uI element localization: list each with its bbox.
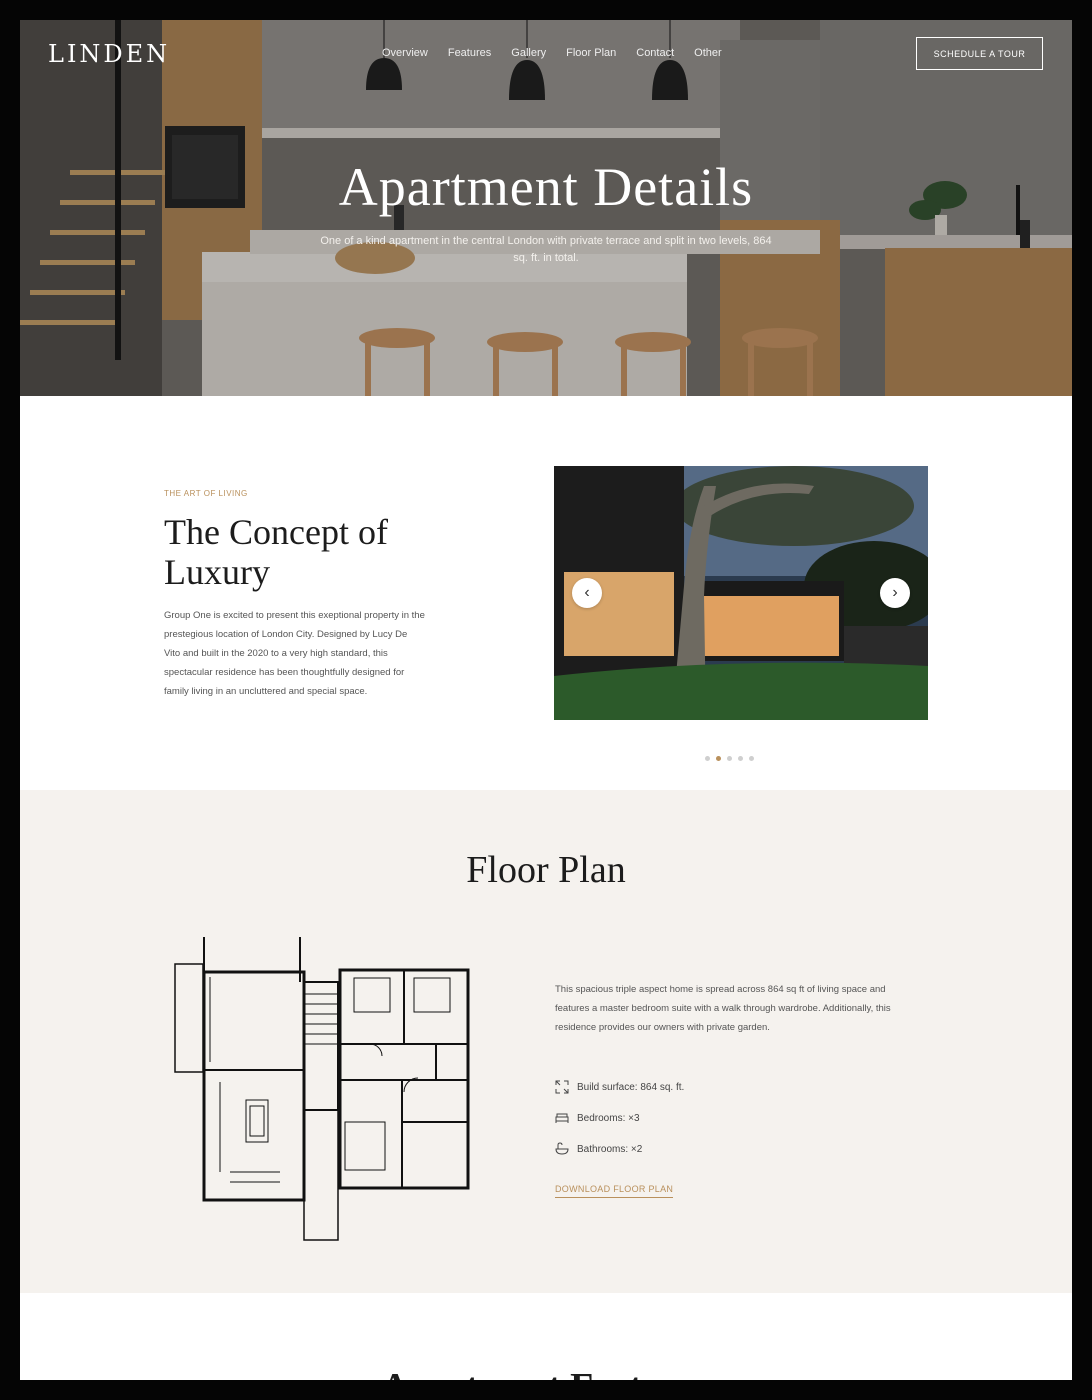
bath-icon [555, 1142, 569, 1155]
floor-plan-title: Floor Plan [466, 849, 626, 891]
page-frame: LINDEN Overview Features Gallery Floor P… [20, 20, 1072, 1380]
nav-other[interactable]: Other [694, 47, 722, 59]
concept-body: Group One is excited to present this exe… [164, 610, 425, 697]
slider-next-button[interactable]: › [880, 578, 910, 608]
expand-icon [555, 1080, 569, 1094]
spec-build-surface: Build surface: 864 sq. ft. [555, 1080, 684, 1094]
concept-eyebrow: THE ART OF LIVING [164, 489, 248, 498]
slider-dot[interactable] [705, 756, 710, 761]
spec-bathrooms: Bathrooms: ×2 [555, 1142, 642, 1156]
nav-gallery[interactable]: Gallery [511, 47, 546, 59]
spec-bathrooms-label: Bathrooms: ×2 [577, 1143, 643, 1155]
nav-contact[interactable]: Contact [636, 47, 674, 59]
floor-plan-section: Floor Plan This spacious triple aspect h… [20, 790, 1072, 1293]
floor-plan-drawing [174, 937, 470, 1241]
house-exterior-image [554, 466, 928, 720]
site-logo[interactable]: LINDEN [48, 40, 170, 68]
slider-dot[interactable] [738, 756, 743, 761]
slider-prev-button[interactable]: ‹ [572, 578, 602, 608]
slider-dot[interactable] [727, 756, 732, 761]
image-slider[interactable]: ‹ › [554, 466, 928, 720]
schedule-tour-button[interactable]: SCHEDULE A TOUR [916, 37, 1043, 70]
nav-floor-plan[interactable]: Floor Plan [566, 47, 616, 59]
concept-title: The Concept of Luxury [164, 512, 388, 592]
chevron-left-icon: ‹ [584, 584, 590, 601]
chevron-right-icon: › [892, 584, 898, 601]
bed-icon [555, 1113, 569, 1123]
spec-bedrooms-label: Bedrooms: ×3 [577, 1112, 640, 1124]
hero-title: Apartment Details [338, 157, 754, 217]
download-floor-plan-link[interactable]: DOWNLOAD FLOOR PLAN [555, 1184, 674, 1198]
features-section: Apartment Features [20, 1293, 1072, 1380]
spec-build-surface-label: Build surface: 864 sq. ft. [577, 1081, 685, 1093]
slider-dots [705, 756, 754, 761]
main-nav: Overview Features Gallery Floor Plan Con… [382, 47, 722, 59]
features-title: Apartment Features [20, 1365, 1072, 1380]
spec-bedrooms: Bedrooms: ×3 [555, 1111, 640, 1125]
slider-dot[interactable] [749, 756, 754, 761]
hero-section: LINDEN Overview Features Gallery Floor P… [20, 20, 1072, 396]
nav-features[interactable]: Features [448, 47, 491, 59]
floor-plan-description: This spacious triple aspect home is spre… [555, 984, 891, 1033]
nav-overview[interactable]: Overview [382, 47, 428, 59]
concept-section: THE ART OF LIVING The Concept of Luxury … [20, 396, 1072, 790]
slider-dot-active[interactable] [716, 756, 721, 761]
hero-subtitle: One of a kind apartment in the central L… [320, 235, 772, 264]
